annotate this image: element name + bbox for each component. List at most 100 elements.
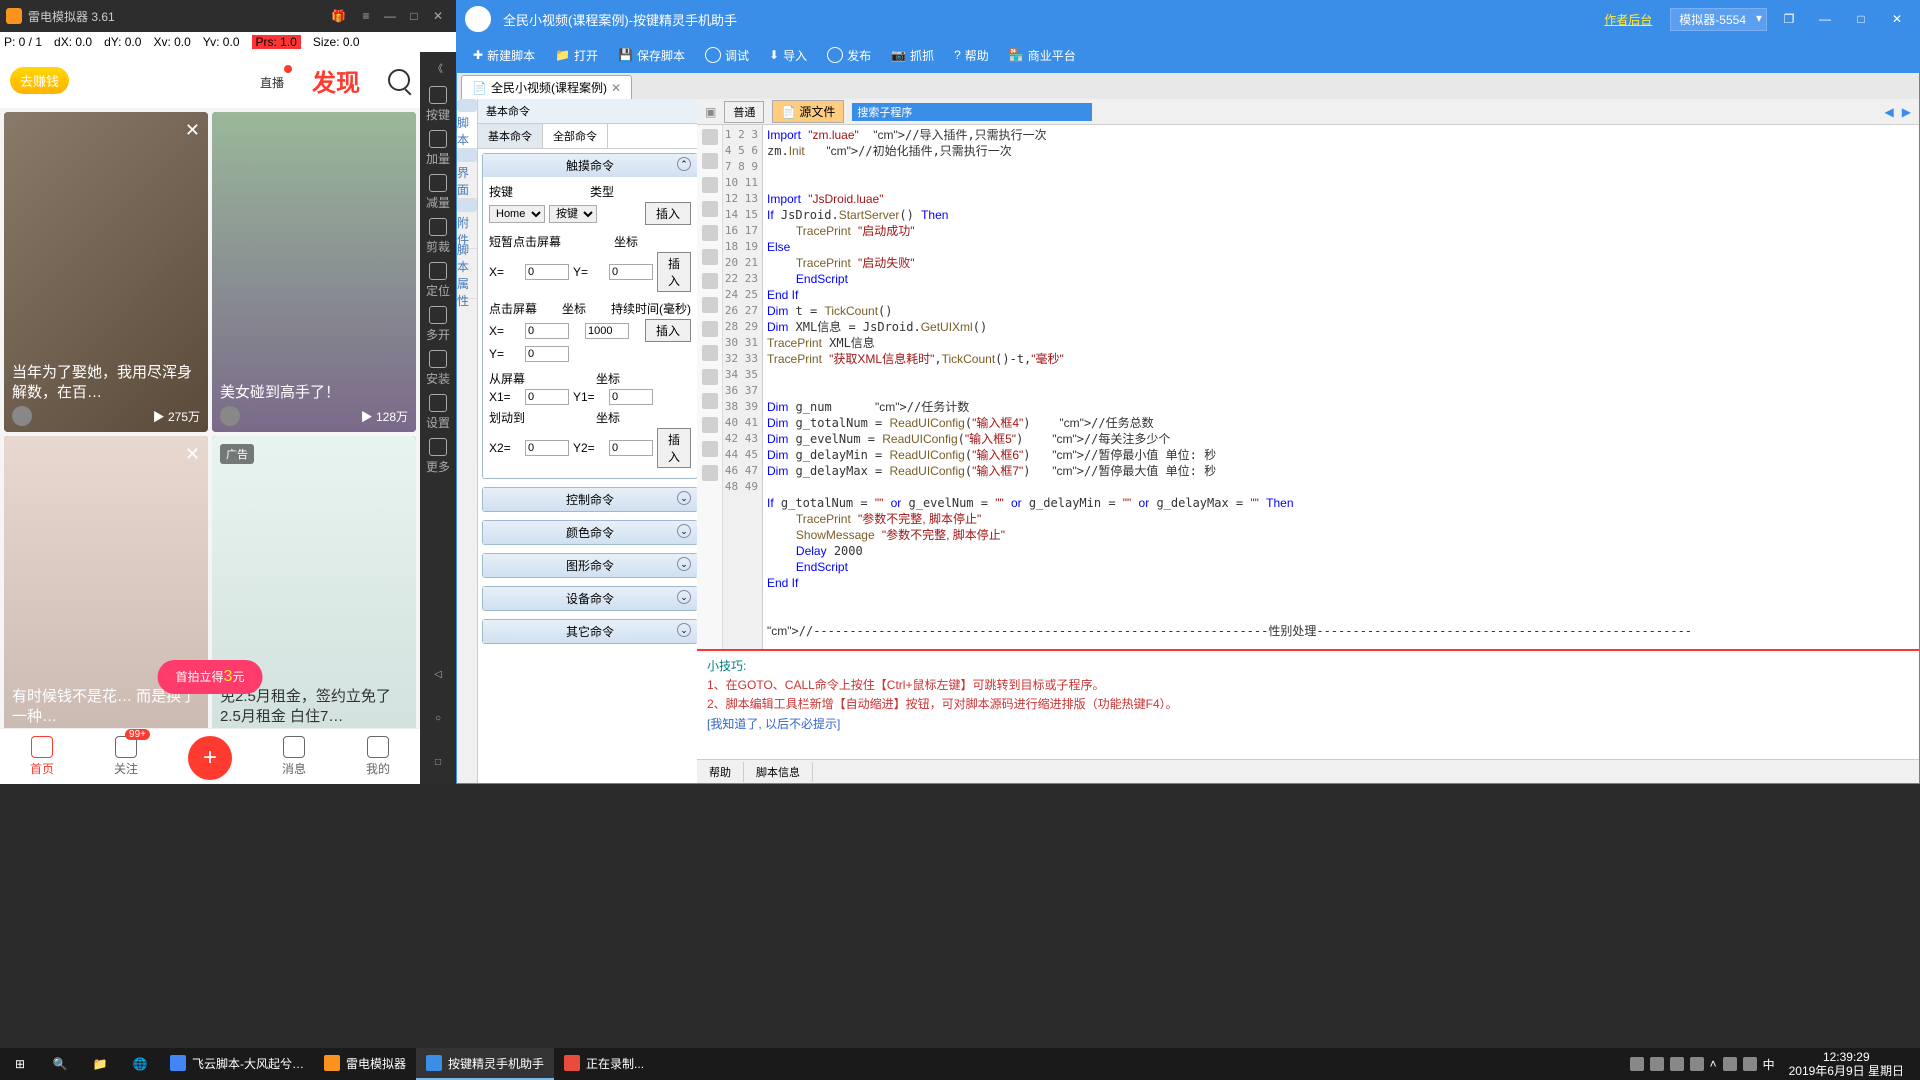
x-input[interactable] [525,264,569,280]
tool-icon[interactable] [702,369,718,385]
search-subroutine-input[interactable] [852,103,1092,121]
sidebar-multi[interactable]: 多开 [420,302,456,346]
capture-button[interactable]: 📷抓抓 [883,43,942,68]
tab-discover[interactable]: 发现 [312,63,360,98]
tips-dismiss-link[interactable]: [我知道了, 以后不必提示] [707,715,1909,734]
back-icon[interactable]: ◁ [420,652,456,696]
chrome-icon[interactable]: 🌐 [120,1048,160,1080]
gift-icon[interactable]: 🎁 [331,9,346,23]
tray-icon[interactable] [1670,1057,1684,1071]
sidebar-more[interactable]: 更多 [420,434,456,478]
close-tab-icon[interactable]: ✕ [611,81,621,95]
earn-coin-button[interactable]: 去赚钱 [10,67,69,94]
tool-icon[interactable] [702,177,718,193]
y2-input[interactable] [609,440,653,456]
tool-icon[interactable] [702,441,718,457]
nav-profile[interactable]: 我的 [336,729,420,784]
nav-back-icon[interactable]: ◀ [1885,105,1894,119]
tool-icon[interactable] [702,417,718,433]
insert-button[interactable]: 插入 [657,252,691,292]
x-input[interactable] [525,323,569,339]
tool-icon[interactable] [702,129,718,145]
other-section-header[interactable]: 其它命令⌄ [483,620,697,643]
tool-icon[interactable] [702,153,718,169]
insert-button[interactable]: 插入 [657,428,691,468]
shape-section-header[interactable]: 图形命令⌄ [483,554,697,577]
debug-button[interactable]: 调试 [697,43,757,68]
tray-icon[interactable] [1723,1057,1737,1071]
y-input[interactable] [525,346,569,362]
search-icon[interactable]: 🔍 [40,1048,80,1080]
x1-input[interactable] [525,389,569,405]
tray-icon[interactable] [1650,1057,1664,1071]
close-icon[interactable]: ✕ [428,6,448,26]
taskbar-app[interactable]: 雷电模拟器 [314,1048,416,1080]
type-select[interactable]: 按键 [549,205,597,223]
video-card[interactable]: 美女碰到高手了！ ▶ 128万 [212,112,416,432]
platform-button[interactable]: 🏪商业平台 [1001,43,1084,68]
sidebar-keys[interactable]: 按键 [420,82,456,126]
nav-messages[interactable]: 消息 [252,729,336,784]
tray-icon[interactable] [1743,1057,1757,1071]
new-script-button[interactable]: ✚新建脚本 [465,43,543,68]
close-icon[interactable]: ✕ [1883,8,1911,30]
device-section-header[interactable]: 设备命令⌄ [483,587,697,610]
minimize-icon[interactable]: — [1811,8,1839,30]
tray-up-icon[interactable]: ˄ [1710,1057,1717,1071]
maximize-icon[interactable]: □ [404,6,424,26]
y1-input[interactable] [609,389,653,405]
tool-icon[interactable] [702,297,718,313]
nav-fwd-icon[interactable]: ▶ [1902,105,1911,119]
close-icon[interactable]: ✕ [185,444,200,465]
restore-icon[interactable]: ❐ [1775,8,1803,30]
hold-input[interactable] [585,323,629,339]
sidebar-settings[interactable]: 设置 [420,390,456,434]
start-button[interactable]: ⊞ [0,1048,40,1080]
ime-indicator[interactable]: 中 [1763,1056,1775,1073]
promo-bubble[interactable]: 首拍立得3元 [158,660,263,694]
editor-tab[interactable]: 📄全民小视频(课程案例)✕ [461,75,632,99]
control-section-header[interactable]: 控制命令⌄ [483,488,697,511]
import-button[interactable]: ⬇导入 [761,43,815,68]
tray-icon[interactable] [1690,1057,1704,1071]
nav-add[interactable]: + [168,729,252,784]
x2-input[interactable] [525,440,569,456]
tool-icon[interactable] [702,393,718,409]
minimize-icon[interactable]: — [380,6,400,26]
insert-button[interactable]: 插入 [645,202,691,225]
taskbar-app[interactable]: 按键精灵手机助手 [416,1048,554,1080]
touch-section-header[interactable]: 触摸命令⌃ [483,154,697,177]
sidebar-screenshot[interactable]: 剪裁 [420,214,456,258]
nav-home[interactable]: 首页 [0,729,84,784]
collapse-icon[interactable]: 《 [420,52,456,82]
tool-icon[interactable] [702,321,718,337]
tool-icon[interactable] [702,201,718,217]
video-feed[interactable]: ✕ 当年为了娶她，我用尽浑身解数，在百… ▶ 275万 美女碰到高手了！ ▶ 1… [0,108,420,728]
open-button[interactable]: 📁打开 [547,43,606,68]
color-section-header[interactable]: 颜色命令⌄ [483,521,697,544]
publish-button[interactable]: 发布 [819,43,879,68]
left-tab-script[interactable]: 脚本 [457,99,477,149]
menu-icon[interactable]: ≡ [356,6,376,26]
code-editor[interactable]: Import "zm.luae" "cm">//导入插件,只需执行一次 zm.I… [763,125,1919,649]
help-button[interactable]: ?帮助 [946,43,997,68]
left-tab-props[interactable]: 脚本属性 [457,249,477,299]
bottom-tab-info[interactable]: 脚本信息 [744,762,813,782]
cmd-tab-basic[interactable]: 基本命令 [478,124,543,148]
explorer-icon[interactable]: 📁 [80,1048,120,1080]
bottom-tab-help[interactable]: 帮助 [697,762,744,782]
tool-icon[interactable] [702,345,718,361]
view-normal-button[interactable]: 普通 [724,101,764,123]
taskbar-app[interactable]: 飞云脚本-大风起兮… [160,1048,314,1080]
device-dropdown[interactable]: 模拟器-5554 [1670,8,1767,31]
search-icon[interactable] [388,69,410,91]
sidebar-locate[interactable]: 定位 [420,258,456,302]
avatar-icon[interactable] [220,406,240,426]
tray-icon[interactable] [1630,1057,1644,1071]
video-card[interactable]: ✕ 当年为了娶她，我用尽浑身解数，在百… ▶ 275万 [4,112,208,432]
recent-icon[interactable]: □ [420,740,456,784]
left-tab-ui[interactable]: 界面 [457,149,477,199]
home-icon[interactable]: ○ [420,696,456,740]
sidebar-vol-down[interactable]: 减量 [420,170,456,214]
close-icon[interactable]: ✕ [185,120,200,141]
